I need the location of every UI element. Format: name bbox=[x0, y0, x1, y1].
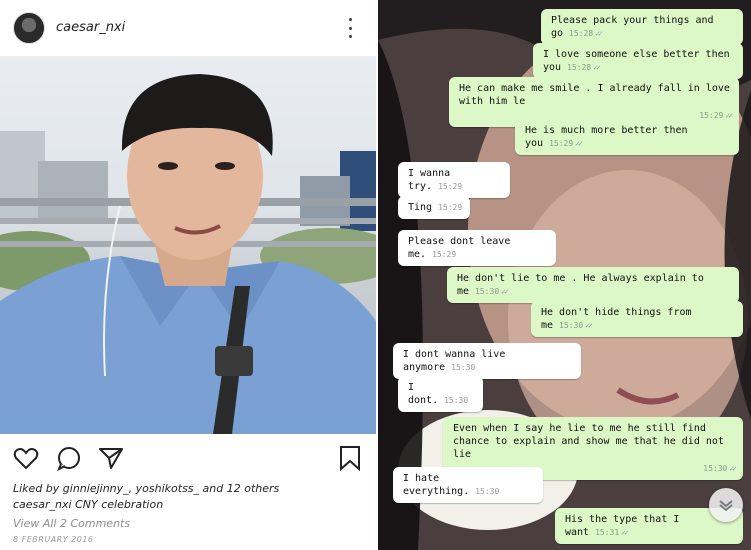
sent-message[interactable]: He don't hide things from me 15:30 ✓✓ bbox=[531, 301, 743, 337]
scroll-down-button[interactable] bbox=[709, 488, 743, 522]
double-check-icon: ✓✓ bbox=[621, 528, 629, 537]
message-text: Please dont leave me. bbox=[408, 236, 517, 260]
post-caption: caesar_nxi CNY celebration bbox=[13, 498, 163, 511]
message-time: 15:29 bbox=[438, 182, 463, 191]
post-actions bbox=[0, 440, 376, 476]
sent-message[interactable]: He is much more better then you 15:29 ✓✓ bbox=[515, 119, 739, 155]
double-check-icon: ✓✓ bbox=[585, 321, 593, 330]
chat-conversation[interactable]: Please pack your things and go 15:28 ✓✓ I l… bbox=[378, 0, 751, 550]
message-timestamp: 15:29 bbox=[432, 250, 456, 259]
heart-icon[interactable] bbox=[12, 444, 40, 472]
message-timestamp: 15:30 bbox=[475, 487, 499, 496]
received-message[interactable]: I dont. 15:30 bbox=[398, 376, 483, 412]
message-timestamp: 15:29 bbox=[438, 203, 462, 212]
message-time: 15:30 bbox=[703, 464, 728, 473]
received-message[interactable]: I hate everything. 15:30 bbox=[393, 467, 543, 503]
message-text: I hate everything. bbox=[403, 473, 470, 497]
received-message[interactable]: I wanna try. 15:29 bbox=[398, 162, 510, 198]
post-date: 8 FEBRUARY 2016 bbox=[13, 535, 94, 544]
double-check-icon: ✓✓ bbox=[575, 139, 583, 148]
message-timestamp: 15:29 bbox=[438, 182, 462, 191]
sent-message[interactable]: I love someone else better then you 15:28… bbox=[533, 43, 743, 79]
message-text: Even when I say he lie to me he still fi… bbox=[453, 423, 730, 460]
message-time: 15:30 bbox=[451, 363, 476, 372]
message-time: 15:29 bbox=[438, 203, 463, 212]
message-time: 15:31 bbox=[595, 528, 620, 537]
message-time: 15:30 bbox=[475, 487, 500, 496]
caption-username[interactable]: caesar_nxi bbox=[13, 498, 72, 511]
message-time: 15:30 bbox=[475, 287, 500, 296]
instagram-post: caesar_nxi Liked by ginniejinny_, yoshik… bbox=[0, 0, 376, 550]
view-all-comments-link[interactable]: View All 2 Comments bbox=[13, 517, 130, 530]
message-timestamp: 15:30 bbox=[451, 363, 475, 372]
message-timestamp: 15:28 ✓✓ bbox=[569, 29, 603, 38]
bookmark-icon[interactable] bbox=[336, 444, 364, 472]
message-text: I dont. bbox=[408, 382, 439, 406]
message-time: 15:28 bbox=[567, 63, 592, 72]
sent-message[interactable]: Please pack your things and go 15:28 ✓✓ bbox=[541, 9, 743, 45]
selfie-image bbox=[0, 74, 376, 434]
message-timestamp: 15:30 ✓✓ bbox=[475, 287, 509, 296]
post-username[interactable]: caesar_nxi bbox=[56, 20, 125, 35]
message-time: 15:29 bbox=[432, 250, 457, 259]
double-check-icon: ✓✓ bbox=[595, 29, 603, 38]
message-timestamp: 15:31 ✓✓ bbox=[595, 528, 629, 537]
comment-icon[interactable] bbox=[55, 444, 83, 472]
received-message[interactable]: Ting 15:29 bbox=[398, 196, 470, 219]
avatar[interactable] bbox=[13, 12, 45, 44]
message-text: Ting bbox=[408, 202, 433, 213]
caption-text: CNY celebration bbox=[75, 498, 164, 511]
message-timestamp: 15:30 ✓✓ bbox=[559, 321, 593, 330]
message-timestamp: 15:30 bbox=[444, 396, 468, 405]
double-check-icon: ✓✓ bbox=[729, 464, 737, 473]
double-check-icon: ✓✓ bbox=[593, 63, 601, 72]
received-message[interactable]: I dont wanna live anymore 15:30 bbox=[393, 343, 581, 379]
sent-message[interactable]: He don't lie to me . He always explain t… bbox=[447, 267, 739, 303]
message-time: 15:28 bbox=[569, 29, 594, 38]
more-options-icon[interactable] bbox=[340, 15, 360, 41]
message-time: 15:29 bbox=[549, 139, 574, 148]
message-text: He can make me smile . I already fall in… bbox=[459, 83, 736, 107]
received-message[interactable]: Please dont leave me. 15:29 bbox=[398, 230, 556, 266]
share-icon[interactable] bbox=[97, 444, 125, 472]
message-timestamp: 15:29 ✓✓ bbox=[549, 139, 583, 148]
post-photo[interactable] bbox=[0, 56, 376, 434]
message-time: 15:30 bbox=[559, 321, 584, 330]
post-header: caesar_nxi bbox=[0, 0, 376, 56]
chevron-down-icon bbox=[719, 500, 733, 512]
double-check-icon: ✓✓ bbox=[501, 287, 509, 296]
message-timestamp: 15:28 ✓✓ bbox=[567, 63, 601, 72]
message-time: 15:30 bbox=[444, 396, 469, 405]
likes-summary[interactable]: Liked by ginniejinny_, yoshikotss_ and 1… bbox=[13, 482, 279, 495]
